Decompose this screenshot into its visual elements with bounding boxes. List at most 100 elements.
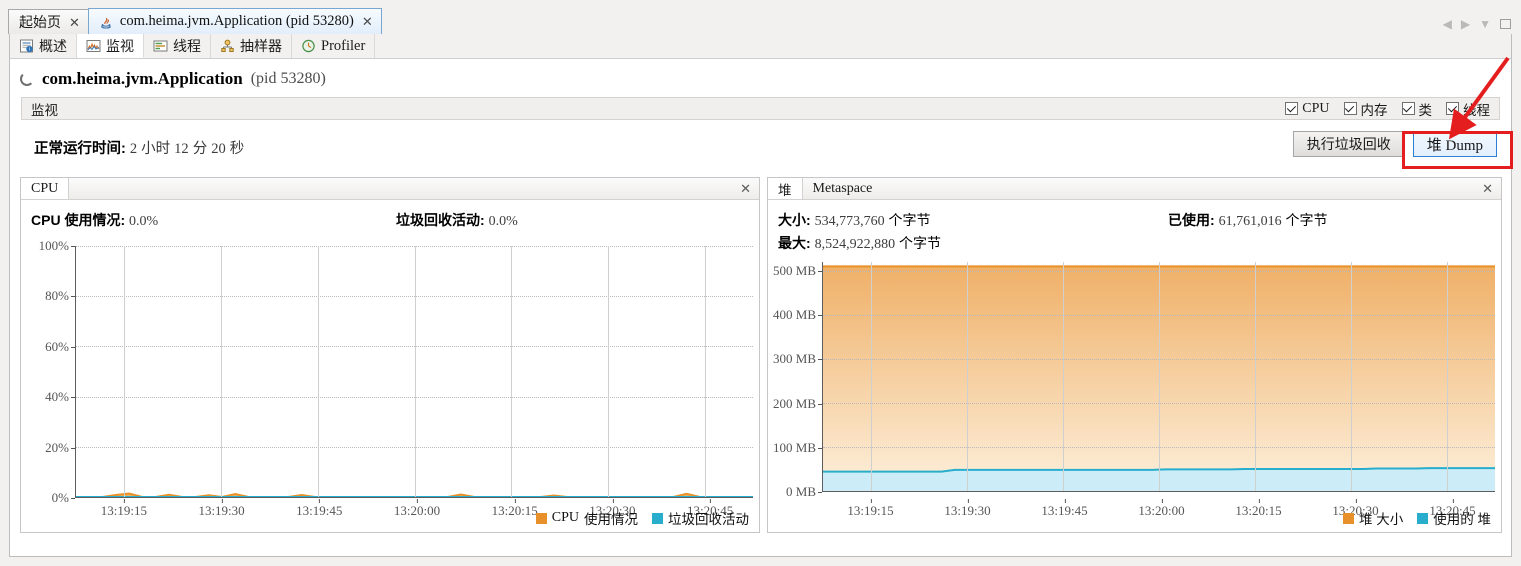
document-tabs: 起始页 ✕ com.heima.jvm.Application (pid 532… bbox=[8, 8, 381, 34]
gc-activity-label: 垃圾回收活动: bbox=[396, 212, 485, 228]
prev-arrow-icon[interactable]: ◀ bbox=[1443, 18, 1452, 30]
heap-size-label: 大小: bbox=[778, 212, 811, 228]
tab-sampler[interactable]: 抽样器 bbox=[211, 34, 292, 58]
legend-label-heap-used: 使用的 堆 bbox=[1433, 508, 1491, 528]
tab-profiler[interactable]: Profiler bbox=[292, 34, 375, 58]
uptime-minutes-unit: 分 bbox=[193, 141, 208, 157]
heap-chart: 0 MB100 MB200 MB300 MB400 MB500 MB bbox=[768, 262, 1495, 492]
heap-stats: 大小: 534,773,760 个字节 最大: 8,524,922,880 个字… bbox=[768, 200, 1501, 246]
gridline-vertical bbox=[1255, 262, 1256, 491]
heap-max-stat: 最大: 8,524,922,880 个字节 bbox=[778, 233, 1501, 253]
x-axis-tick-label: 13:20:00 bbox=[1138, 503, 1184, 519]
checkbox-cpu-label: CPU bbox=[1302, 101, 1329, 117]
checkbox-memory-label: 内存 bbox=[1361, 99, 1388, 119]
y-axis-tick-label: 100% bbox=[39, 238, 69, 254]
gridline-vertical bbox=[967, 262, 968, 491]
tab-monitor[interactable]: 监视 bbox=[77, 34, 144, 58]
heap-size-value: 534,773,760 bbox=[815, 214, 885, 229]
legend-item-heap-size: 堆 大小 bbox=[1343, 508, 1403, 528]
monitor-toolbar: 监视 CPU 内存 类 线程 bbox=[21, 97, 1500, 120]
gridline-vertical bbox=[511, 246, 512, 497]
close-icon[interactable]: ✕ bbox=[68, 16, 81, 29]
heap-panel: 堆 Metaspace ✕ 大小: 534,773,760 个字节 最大: 8,… bbox=[767, 177, 1502, 533]
monitor-toolbar-title: 监视 bbox=[22, 99, 58, 119]
gridline-vertical bbox=[124, 246, 125, 497]
x-axis-tick-label: 13:19:30 bbox=[198, 503, 244, 519]
gc-activity-stat: 垃圾回收活动: 0.0% bbox=[396, 210, 518, 230]
cpu-usage-label: CPU 使用情况: bbox=[31, 212, 125, 228]
gridline-vertical bbox=[1351, 262, 1352, 491]
tab-monitor-label: 监视 bbox=[106, 36, 134, 56]
loading-spinner-icon bbox=[20, 72, 34, 86]
doc-tab-application[interactable]: com.heima.jvm.Application (pid 53280) ✕ bbox=[88, 8, 382, 34]
checkbox-cpu[interactable]: CPU bbox=[1285, 101, 1329, 117]
visualvm-window: 起始页 ✕ com.heima.jvm.Application (pid 532… bbox=[0, 0, 1521, 566]
legend-label-heap-size: 堆 大小 bbox=[1359, 508, 1403, 528]
heap-used-value: 61,761,016 bbox=[1219, 214, 1282, 229]
perform-gc-button-label: 执行垃圾回收 bbox=[1307, 134, 1391, 154]
gridline-vertical bbox=[318, 246, 319, 497]
uptime-row: 正常运行时间: 2 小时 12 分 20 秒 bbox=[34, 137, 244, 158]
uptime-seconds-unit: 秒 bbox=[230, 141, 245, 157]
threads-icon bbox=[153, 39, 168, 53]
heap-used-stat: 已使用: 61,761,016 个字节 bbox=[1168, 210, 1327, 230]
gridline-vertical bbox=[1159, 262, 1160, 491]
legend-item-heap-used: 使用的 堆 bbox=[1417, 508, 1491, 528]
maximize-icon[interactable] bbox=[1500, 19, 1511, 29]
tab-overview[interactable]: i 概述 bbox=[10, 34, 77, 58]
heap-max-unit: 个字节 bbox=[899, 235, 941, 251]
window-controls: ◀ ▶ ▼ bbox=[1443, 18, 1513, 34]
overview-icon: i bbox=[19, 39, 34, 53]
cpu-panel: CPU ✕ CPU 使用情况: 0.0% 垃圾回收活动: 0.0% 0%20%4… bbox=[20, 177, 760, 533]
x-axis-tick-label: 13:19:45 bbox=[296, 503, 342, 519]
y-axis-tick-label: 300 MB bbox=[773, 351, 816, 367]
cpu-chart-plot-area bbox=[75, 246, 753, 498]
cpu-stats: CPU 使用情况: 0.0% 垃圾回收活动: 0.0% bbox=[21, 200, 759, 246]
doc-tab-start-page[interactable]: 起始页 ✕ bbox=[8, 9, 89, 34]
heap-panel-tab-heap[interactable]: 堆 bbox=[768, 178, 803, 199]
x-axis-tick-label: 13:20:00 bbox=[394, 503, 440, 519]
heap-panel-header: 堆 Metaspace ✕ bbox=[768, 178, 1501, 200]
y-axis-tick-label: 0 MB bbox=[786, 484, 816, 500]
x-axis-tick-label: 13:19:45 bbox=[1041, 503, 1087, 519]
tab-threads[interactable]: 线程 bbox=[144, 34, 211, 58]
legend-label-cpu-usage: 使用情况 bbox=[584, 508, 638, 528]
chevron-down-icon[interactable]: ▼ bbox=[1479, 18, 1491, 30]
doc-tab-application-label: com.heima.jvm.Application (pid 53280) bbox=[120, 13, 354, 30]
sampler-icon bbox=[220, 39, 235, 53]
gridline-horizontal bbox=[823, 491, 1495, 492]
y-axis-tick-label: 20% bbox=[45, 440, 69, 456]
close-icon[interactable]: ✕ bbox=[740, 181, 759, 197]
close-icon[interactable]: ✕ bbox=[361, 15, 374, 28]
cpu-chart-y-axis: 0%20%40%60%80%100% bbox=[21, 246, 75, 498]
tab-sampler-label: 抽样器 bbox=[240, 36, 282, 56]
x-axis-tick-label: 13:19:15 bbox=[847, 503, 893, 519]
uptime-hours-unit: 小时 bbox=[141, 141, 170, 157]
checkbox-check-icon bbox=[1285, 102, 1298, 115]
tab-overview-label: 概述 bbox=[39, 36, 67, 56]
tab-profiler-label: Profiler bbox=[321, 38, 365, 55]
y-axis-tick-label: 40% bbox=[45, 389, 69, 405]
close-icon[interactable]: ✕ bbox=[1482, 181, 1501, 197]
perform-gc-button[interactable]: 执行垃圾回收 bbox=[1293, 131, 1405, 157]
application-name: com.heima.jvm.Application bbox=[42, 69, 243, 89]
gridline-vertical bbox=[221, 246, 222, 497]
heap-used-label: 已使用: bbox=[1168, 212, 1215, 228]
cpu-chart-legend: CPU 使用情况 垃圾回收活动 bbox=[536, 508, 749, 528]
doc-tab-start-page-label: 起始页 bbox=[19, 12, 61, 32]
legend-swatch bbox=[1343, 513, 1354, 524]
y-axis-tick-label: 400 MB bbox=[773, 307, 816, 323]
heap-panel-tab-metaspace[interactable]: Metaspace bbox=[803, 178, 883, 199]
heap-used-unit: 个字节 bbox=[1285, 212, 1327, 228]
gridline-vertical bbox=[871, 262, 872, 491]
legend-cpu-prefix: CPU bbox=[552, 510, 579, 526]
next-arrow-icon[interactable]: ▶ bbox=[1461, 18, 1470, 30]
document-tab-strip: 起始页 ✕ com.heima.jvm.Application (pid 532… bbox=[8, 8, 1513, 34]
checkbox-memory[interactable]: 内存 bbox=[1344, 99, 1388, 119]
cpu-panel-tab[interactable]: CPU bbox=[21, 178, 69, 199]
heap-chart-plot-area bbox=[822, 262, 1495, 492]
x-axis-tick-label: 13:20:15 bbox=[1235, 503, 1281, 519]
legend-swatch bbox=[536, 513, 547, 524]
legend-swatch bbox=[1417, 513, 1428, 524]
uptime-label: 正常运行时间: bbox=[34, 141, 126, 157]
